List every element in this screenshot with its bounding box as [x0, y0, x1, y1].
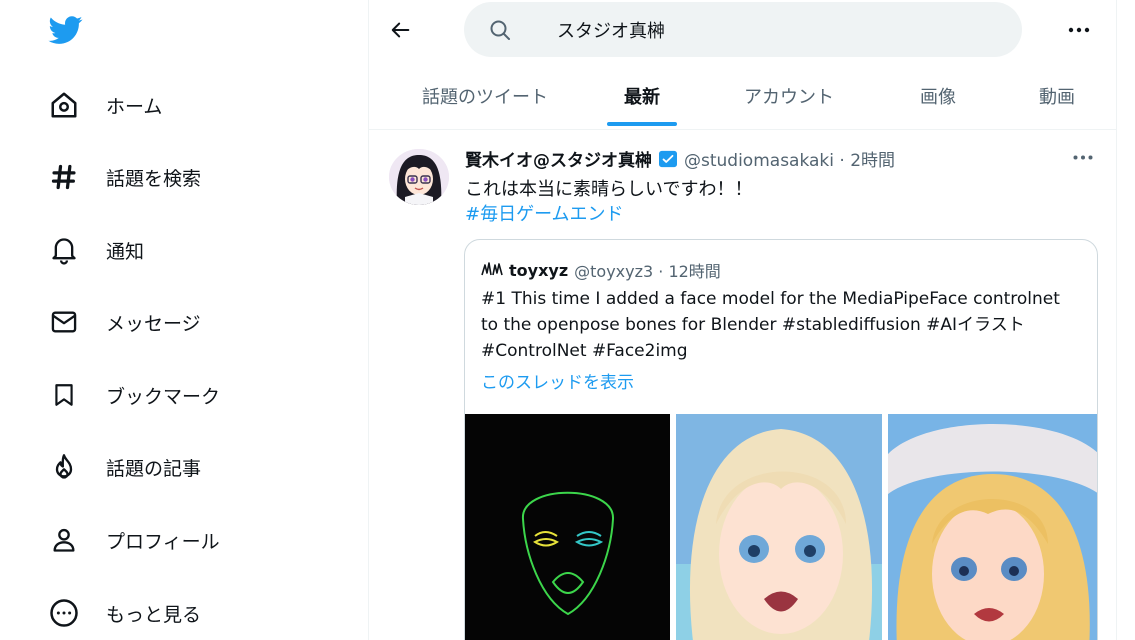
search-value: スタジオ真榊 [557, 20, 665, 42]
home-icon [40, 81, 88, 129]
avatar[interactable] [389, 149, 449, 205]
author-handle-time[interactable]: @studiomasakaki · 2時間 [684, 146, 895, 171]
sidebar-item-more[interactable]: もっと見る [40, 587, 201, 639]
sidebar-item-explore[interactable]: 話題を検索 [40, 151, 201, 203]
active-tab-indicator [607, 122, 677, 126]
more-horizontal-icon [1073, 155, 1093, 159]
search-input[interactable]: スタジオ真榊 [464, 2, 1022, 57]
arrow-left-icon [391, 22, 410, 38]
person-icon [40, 516, 88, 564]
tab-latest[interactable]: 最新 [593, 62, 691, 130]
quoted-tweet[interactable]: toyxyz @toyxyz3 · 12時間 #1 This time I ad… [464, 239, 1098, 640]
mail-icon [40, 298, 88, 346]
sidebar-item-label: プロフィール [106, 530, 220, 553]
flame-icon [40, 443, 88, 491]
tweet-more-button[interactable] [1069, 147, 1097, 167]
quote-header: toyxyz @toyxyz3 · 12時間 [481, 258, 721, 282]
hashtag-icon [40, 153, 88, 201]
tab-people[interactable]: アカウント [719, 62, 859, 130]
quote-author-name[interactable]: toyxyz [509, 261, 568, 280]
media-image-anime-girl-2[interactable] [888, 414, 1097, 640]
tweet[interactable]: 賢木イオ@スタジオ真榊 @studiomasakaki · 2時間 これは本当に… [369, 131, 1117, 640]
verified-badge-icon [659, 150, 677, 167]
quote-avatar[interactable] [481, 261, 503, 279]
media-image-face-landmarks[interactable] [465, 414, 670, 640]
tweet-text: これは本当に素晴らしいですわ！！ [465, 179, 753, 200]
search-icon [490, 20, 510, 40]
search-tabs: 話題のツイート 最新 アカウント 画像 動画 [369, 62, 1117, 130]
sidebar-item-bookmarks[interactable]: ブックマーク [40, 369, 220, 421]
sidebar-item-label: 話題を検索 [106, 167, 202, 190]
more-circle-icon [40, 589, 88, 637]
main-column: スタジオ真榊 話題のツイート 最新 アカウント 画像 動画 賢木イオ@スタジオ真… [368, 0, 1117, 640]
bell-icon [40, 226, 88, 274]
twitter-logo-icon[interactable] [47, 13, 85, 47]
sidebar: ホーム 話題を検索 通知 メッセージ ブックマーク 話題の記事 プロフィール も… [0, 0, 368, 640]
tab-photos[interactable]: 画像 [889, 62, 987, 130]
tweet-hashtag-link[interactable]: #毎日ゲームエンド [465, 200, 624, 226]
show-thread-link[interactable]: このスレッドを表示 [481, 368, 634, 393]
sidebar-item-profile[interactable]: プロフィール [40, 514, 220, 566]
sidebar-item-label: ホーム [106, 95, 163, 118]
quote-text: #1 This time I added a face model for th… [481, 289, 1060, 361]
tab-videos[interactable]: 動画 [1009, 62, 1105, 130]
author-name[interactable]: 賢木イオ@スタジオ真榊 [465, 146, 652, 171]
more-horizontal-icon [1068, 27, 1090, 33]
bookmark-icon [40, 371, 88, 419]
more-options-button[interactable] [1061, 14, 1097, 46]
tweet-header: 賢木イオ@スタジオ真榊 @studiomasakaki · 2時間 [465, 146, 895, 171]
tab-top[interactable]: 話題のツイート [395, 62, 575, 130]
quote-author-handle-time[interactable]: @toyxyz3 · 12時間 [574, 258, 721, 282]
media-image-anime-girl-1[interactable] [676, 414, 882, 640]
sidebar-item-topics[interactable]: 話題の記事 [40, 441, 201, 493]
sidebar-item-label: メッセージ [106, 312, 201, 335]
sidebar-item-label: もっと見る [106, 603, 202, 626]
sidebar-item-home[interactable]: ホーム [40, 79, 162, 131]
sidebar-item-notifications[interactable]: 通知 [40, 224, 144, 276]
quote-media[interactable] [465, 414, 1097, 640]
sidebar-item-label: 話題の記事 [106, 457, 202, 480]
sidebar-item-label: ブックマーク [106, 385, 221, 408]
back-button[interactable] [383, 12, 419, 48]
sidebar-item-messages[interactable]: メッセージ [40, 296, 201, 348]
sidebar-item-label: 通知 [106, 240, 145, 263]
